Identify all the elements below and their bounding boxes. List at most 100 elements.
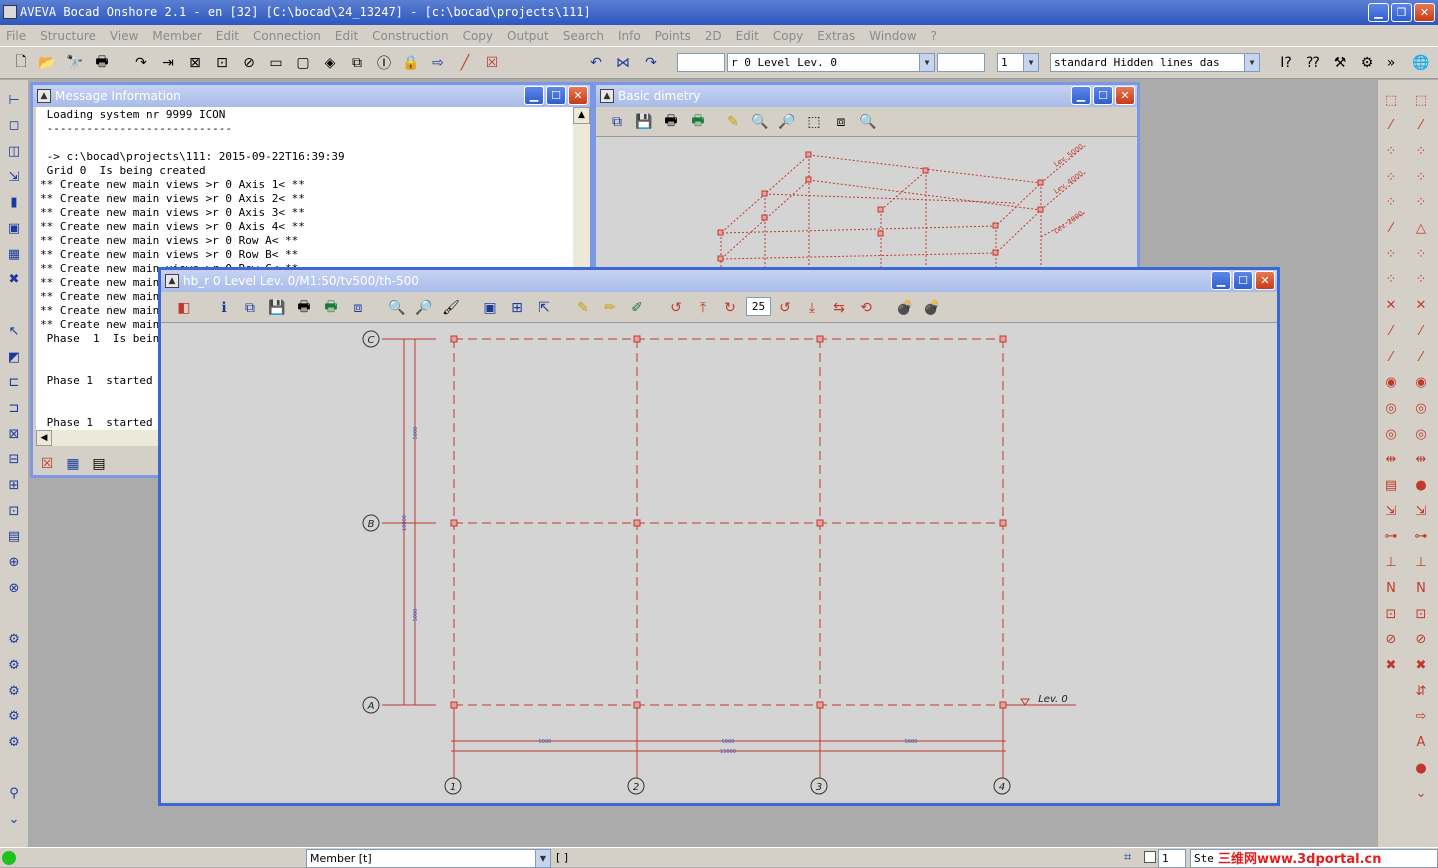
chevron-down-icon[interactable]: ▼ <box>919 54 934 71</box>
close-button[interactable]: ✕ <box>1255 271 1275 290</box>
snap-icon[interactable]: ⌗ <box>1124 850 1131 865</box>
style-select[interactable]: standard Hidden lines das ▼ <box>1050 53 1260 72</box>
tool-icon[interactable]: ⚙ <box>4 707 24 727</box>
tool-icon[interactable] <box>1381 784 1401 804</box>
tool-icon[interactable]: ✕ <box>1381 296 1401 316</box>
help-icon[interactable]: I? <box>1275 52 1297 74</box>
tool-icon[interactable]: ◎ <box>1381 424 1401 444</box>
plan-window-title-bar[interactable]: ▲ hb_r 0 Level Lev. 0/M1:50/tv500/th-500… <box>161 270 1277 292</box>
tool-icon[interactable]: ⊐ <box>4 398 24 418</box>
tool-icon[interactable]: ⚙ <box>4 681 24 701</box>
tool-icon[interactable]: ⁘ <box>1411 193 1431 213</box>
menu-connection[interactable]: Connection <box>253 29 321 43</box>
scroll-left-icon[interactable]: ◀ <box>36 430 52 446</box>
pencil-icon[interactable]: ✎ <box>722 111 744 133</box>
tool-icon[interactable]: ⁘ <box>1381 167 1401 187</box>
rotate-ccw-icon[interactable]: ↺ <box>774 297 796 319</box>
binoculars-icon[interactable]: 🔭 <box>64 52 86 74</box>
tool-icon[interactable]: ⁄ <box>1411 347 1431 367</box>
tool-icon[interactable]: ✖ <box>1381 655 1401 675</box>
save-icon[interactable]: 💾 <box>633 111 655 133</box>
chevron-down-icon[interactable]: ▼ <box>1244 54 1259 71</box>
tool-icon[interactable]: ⊡ <box>4 501 24 521</box>
scroll-up-icon[interactable]: ▲ <box>573 107 590 124</box>
menu-edit[interactable]: Edit <box>335 29 358 43</box>
minimize-button[interactable]: ▁ <box>1368 3 1389 22</box>
tool-icon[interactable]: ✖ <box>4 270 24 290</box>
menu-[interactable]: ? <box>931 29 937 43</box>
level-select[interactable]: r 0 Level Lev. 0 ▼ <box>727 53 935 72</box>
tool-icon[interactable]: ⁄ <box>1381 321 1401 341</box>
chevron-down-icon[interactable]: ▼ <box>535 850 550 867</box>
count-select[interactable]: 1 ▼ <box>997 53 1039 72</box>
tool-icon[interactable]: ⁘ <box>1381 141 1401 161</box>
zoom-out-icon[interactable]: 🔍 <box>386 297 408 319</box>
tool-icon[interactable]: ◻ <box>4 116 24 136</box>
tool-icon[interactable]: ⊡ <box>211 52 233 74</box>
tool-icon[interactable]: ⇲ <box>1381 501 1401 521</box>
dimetry-canvas[interactable]: Lev. 5000 Lev. 4000 Lev. 2000 <box>596 137 1137 269</box>
rotate-down-icon[interactable]: ⤓ <box>801 297 823 319</box>
info-icon[interactable]: ℹ <box>213 297 235 319</box>
tool-icon[interactable]: ⊥ <box>1411 553 1431 573</box>
print-icon[interactable]: 🖶 <box>660 111 682 133</box>
tool-icon[interactable]: ⊥ <box>1381 553 1401 573</box>
chevron-down-icon[interactable]: ▼ <box>1023 54 1038 71</box>
menu-copy[interactable]: Copy <box>463 29 493 43</box>
tool-icon[interactable]: ⁘ <box>1411 167 1431 187</box>
tool-icon[interactable]: ⇵ <box>1411 681 1431 701</box>
maximize-button[interactable]: ☐ <box>1093 86 1113 105</box>
tool-icon[interactable]: ⧉ <box>346 52 368 74</box>
tool-icon[interactable]: ⁘ <box>1381 270 1401 290</box>
print-icon[interactable]: 🖶 <box>91 52 113 74</box>
tool-icon[interactable]: ⊢ <box>4 90 24 110</box>
tool-icon[interactable]: ⇹ <box>1411 450 1431 470</box>
dimetry-window-title-bar[interactable]: ▲ Basic dimetry ▁ ☐ ✕ <box>596 85 1137 107</box>
tool-icon[interactable] <box>1381 758 1401 778</box>
tool-icon[interactable]: ⊗ <box>4 578 24 598</box>
close-button[interactable]: ✕ <box>1414 3 1435 22</box>
tool-icon[interactable]: N <box>1381 578 1401 598</box>
toolbar-input-blank-2[interactable] <box>937 53 985 72</box>
tool-icon[interactable]: ◫ <box>4 141 24 161</box>
menu-search[interactable]: Search <box>563 29 604 43</box>
tool-icon[interactable]: ⬚ <box>1381 90 1401 110</box>
tool-icon[interactable]: ⇥ <box>157 52 179 74</box>
rotate-up-icon[interactable]: ⤒ <box>692 297 714 319</box>
tool-icon[interactable]: ⊠ <box>4 424 24 444</box>
tool-icon[interactable] <box>1381 707 1401 727</box>
pencil-icon[interactable]: ✏ <box>599 297 621 319</box>
maximize-button[interactable]: ☐ <box>546 86 566 105</box>
menu-member[interactable]: Member <box>152 29 201 43</box>
tool-icon[interactable]: ⊏ <box>4 373 24 393</box>
export-view-icon[interactable]: ⇱ <box>533 297 555 319</box>
tool-icon[interactable]: ⊟ <box>4 450 24 470</box>
tool-icon[interactable]: ⁘ <box>1381 193 1401 213</box>
print-preview-icon[interactable]: 🖶 <box>687 111 709 133</box>
menu-2d[interactable]: 2D <box>705 29 722 43</box>
tool-icon[interactable]: ⌄ <box>1411 784 1431 804</box>
menu-window[interactable]: Window <box>869 29 916 43</box>
tool-icon[interactable]: ◈ <box>319 52 341 74</box>
redo-icon[interactable]: ↷ <box>640 52 662 74</box>
tool-icon[interactable]: ⊞ <box>4 476 24 496</box>
tool-icon[interactable]: ⋈ <box>612 52 634 74</box>
message-window-title-bar[interactable]: ▲ Message Information ▁ ☐ ✕ <box>33 85 590 107</box>
close-button[interactable]: ✕ <box>568 86 588 105</box>
zoom-all-icon[interactable]: 🔎 <box>413 297 435 319</box>
tool-icon[interactable]: ⇲ <box>4 167 24 187</box>
tool-icon[interactable]: ⊠ <box>184 52 206 74</box>
tool-icon[interactable]: ▭ <box>265 52 287 74</box>
menu-view[interactable]: View <box>110 29 138 43</box>
tool-icon[interactable]: ↖ <box>4 321 24 341</box>
tool-icon[interactable]: ⊡ <box>1381 604 1401 624</box>
tool-icon[interactable]: ▢ <box>292 52 314 74</box>
tool-icon[interactable]: ⁘ <box>1411 141 1431 161</box>
menu-info[interactable]: Info <box>618 29 641 43</box>
snap-checkbox[interactable] <box>1144 851 1156 863</box>
menu-output[interactable]: Output <box>507 29 549 43</box>
print-icon[interactable]: 🖶 <box>293 297 315 319</box>
section-icon[interactable]: ⊞ <box>506 297 528 319</box>
tool-icon[interactable]: ⚲ <box>4 784 24 804</box>
status-count[interactable]: 1 <box>1158 849 1186 868</box>
